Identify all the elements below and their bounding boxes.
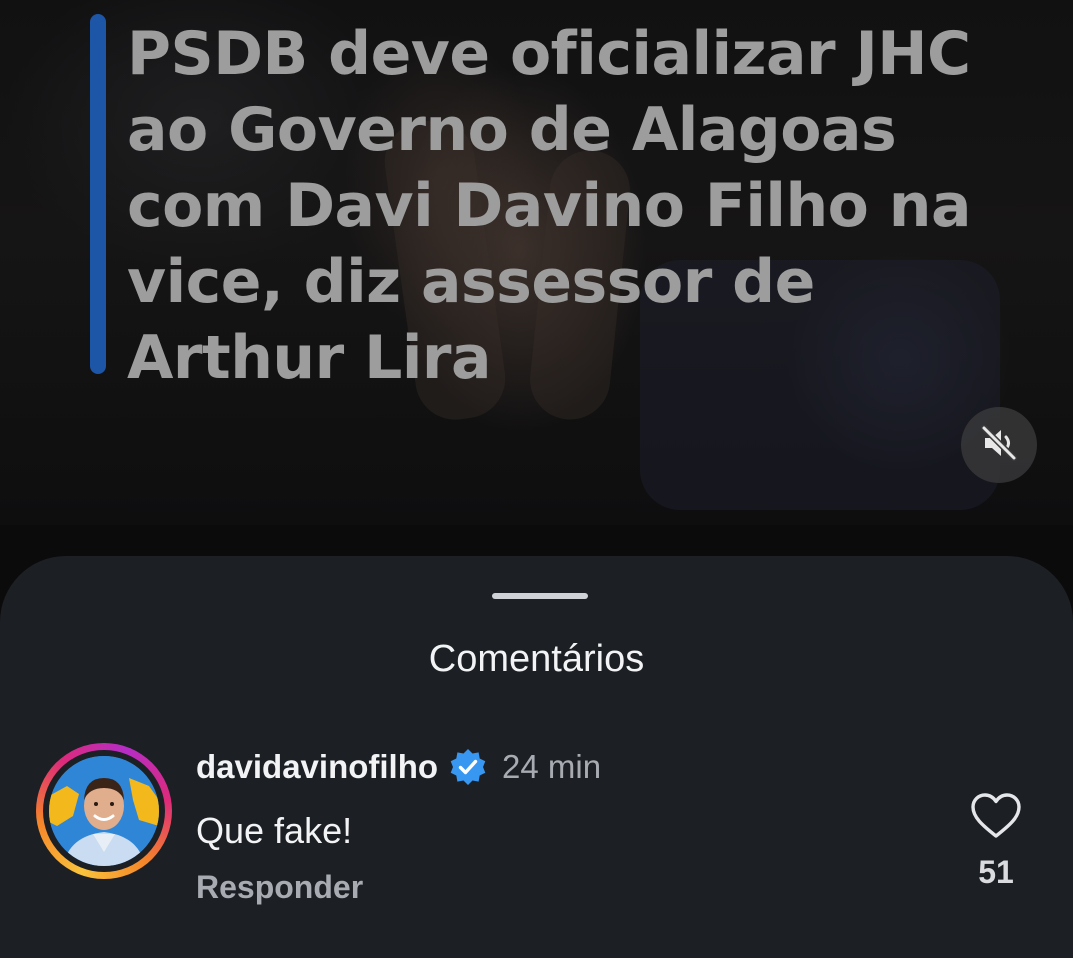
sheet-drag-handle[interactable] (492, 593, 588, 599)
speaker-muted-icon (979, 423, 1019, 468)
comment-username[interactable]: davidavinofilho (196, 748, 438, 786)
comment-timestamp: 24 min (502, 748, 602, 785)
avatar[interactable] (49, 756, 159, 866)
comment-text: Que fake! (196, 810, 353, 851)
avatar-story-ring[interactable] (36, 743, 172, 879)
sheet-title: Comentários (428, 638, 645, 680)
comments-sheet: Comentários davidavinofilho 24 min Que f… (0, 556, 1073, 958)
verified-badge-icon (448, 747, 488, 787)
heart-icon (970, 792, 1022, 840)
mute-button[interactable] (961, 407, 1037, 483)
video-player[interactable]: PSDB deve oficializar JHC ao Governo de … (0, 0, 1073, 525)
comment-header: davidavinofilho 24 min (196, 744, 601, 790)
like-count: 51 (978, 854, 1014, 890)
video-headline: PSDB deve oficializar JHC ao Governo de … (127, 19, 972, 393)
like-button[interactable] (970, 792, 1022, 840)
reply-button[interactable]: Responder (196, 865, 363, 909)
reel-screen: PSDB deve oficializar JHC ao Governo de … (0, 0, 1073, 958)
headline-accent-bar (90, 14, 106, 374)
